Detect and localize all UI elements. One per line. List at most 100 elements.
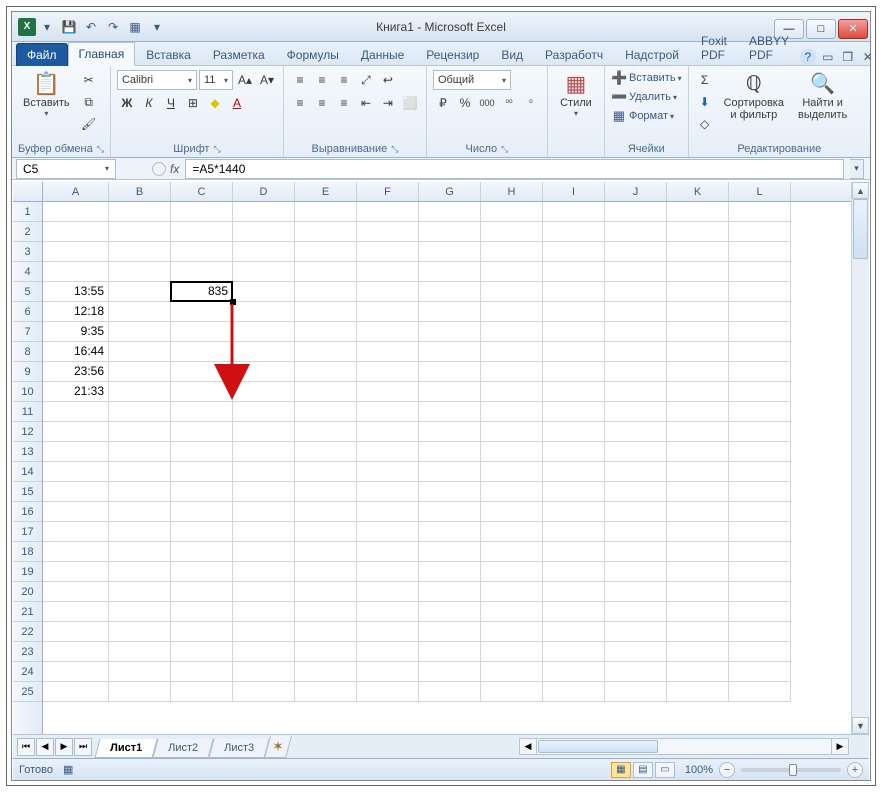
cell-H6[interactable] [481, 302, 543, 322]
cell-B6[interactable] [109, 302, 171, 322]
scroll-down-button[interactable]: ▼ [852, 717, 869, 734]
cell-C17[interactable] [171, 522, 233, 542]
column-header-C[interactable]: C [171, 182, 233, 201]
cell-L11[interactable] [729, 402, 791, 422]
cell-I13[interactable] [543, 442, 605, 462]
cell-I15[interactable] [543, 482, 605, 502]
cell-K3[interactable] [667, 242, 729, 262]
cell-A16[interactable] [43, 502, 109, 522]
row-header-6[interactable]: 6 [13, 302, 42, 322]
view-page-layout-button[interactable]: ▤ [633, 762, 653, 778]
tab-formulas[interactable]: Формулы [276, 43, 350, 66]
cell-J8[interactable] [605, 342, 667, 362]
cell-E12[interactable] [295, 422, 357, 442]
cell-B20[interactable] [109, 582, 171, 602]
column-header-L[interactable]: L [729, 182, 791, 201]
scroll-up-button[interactable]: ▲ [852, 182, 869, 199]
underline-button[interactable]: Ч [161, 93, 181, 113]
cell-I21[interactable] [543, 602, 605, 622]
qat-customize-icon[interactable]: ▾ [146, 16, 168, 38]
cell-G3[interactable] [419, 242, 481, 262]
cell-H2[interactable] [481, 222, 543, 242]
cell-C11[interactable] [171, 402, 233, 422]
column-header-D[interactable]: D [233, 182, 295, 201]
increase-indent-button[interactable]: ⇥ [378, 93, 398, 113]
cell-J4[interactable] [605, 262, 667, 282]
bold-button[interactable]: Ж [117, 93, 137, 113]
cell-I2[interactable] [543, 222, 605, 242]
cell-E8[interactable] [295, 342, 357, 362]
cell-A14[interactable] [43, 462, 109, 482]
cell-D7[interactable] [233, 322, 295, 342]
cell-L23[interactable] [729, 642, 791, 662]
redo-button[interactable]: ↷ [102, 16, 124, 38]
copy-button[interactable]: ⧉ [79, 92, 99, 112]
cell-K16[interactable] [667, 502, 729, 522]
cell-H22[interactable] [481, 622, 543, 642]
cell-B15[interactable] [109, 482, 171, 502]
cell-K6[interactable] [667, 302, 729, 322]
row-header-3[interactable]: 3 [13, 242, 42, 262]
column-header-E[interactable]: E [295, 182, 357, 201]
cell-F15[interactable] [357, 482, 419, 502]
cell-E17[interactable] [295, 522, 357, 542]
row-header-15[interactable]: 15 [13, 482, 42, 502]
cell-F14[interactable] [357, 462, 419, 482]
cell-E24[interactable] [295, 662, 357, 682]
cell-H21[interactable] [481, 602, 543, 622]
cell-D14[interactable] [233, 462, 295, 482]
row-header-22[interactable]: 22 [13, 622, 42, 642]
cell-J5[interactable] [605, 282, 667, 302]
cell-K9[interactable] [667, 362, 729, 382]
delete-cells-button[interactable]: ➖Удалить▾ [611, 89, 677, 105]
cell-J25[interactable] [605, 682, 667, 702]
align-right-button[interactable]: ≡ [334, 93, 354, 113]
cell-I18[interactable] [543, 542, 605, 562]
cell-D10[interactable] [233, 382, 295, 402]
row-header-11[interactable]: 11 [13, 402, 42, 422]
cell-A23[interactable] [43, 642, 109, 662]
cell-F18[interactable] [357, 542, 419, 562]
row-header-20[interactable]: 20 [13, 582, 42, 602]
cell-K22[interactable] [667, 622, 729, 642]
cell-L24[interactable] [729, 662, 791, 682]
cell-D16[interactable] [233, 502, 295, 522]
row-header-17[interactable]: 17 [13, 522, 42, 542]
shrink-font-button[interactable]: A▾ [257, 70, 277, 90]
increase-decimal-button[interactable]: ⁰⁰ [499, 93, 519, 113]
cell-B1[interactable] [109, 202, 171, 222]
cell-A2[interactable] [43, 222, 109, 242]
cell-E16[interactable] [295, 502, 357, 522]
cell-H25[interactable] [481, 682, 543, 702]
row-header-12[interactable]: 12 [13, 422, 42, 442]
select-all-corner[interactable] [13, 182, 43, 202]
cell-G17[interactable] [419, 522, 481, 542]
cell-A1[interactable] [43, 202, 109, 222]
cell-F5[interactable] [357, 282, 419, 302]
cell-E9[interactable] [295, 362, 357, 382]
cell-L12[interactable] [729, 422, 791, 442]
cell-H1[interactable] [481, 202, 543, 222]
column-header-I[interactable]: I [543, 182, 605, 201]
save-button[interactable]: 💾 [58, 16, 80, 38]
row-header-9[interactable]: 9 [13, 362, 42, 382]
cell-L16[interactable] [729, 502, 791, 522]
cell-A22[interactable] [43, 622, 109, 642]
cell-K20[interactable] [667, 582, 729, 602]
cell-K18[interactable] [667, 542, 729, 562]
cell-A9[interactable]: 23:56 [43, 362, 109, 382]
cell-G6[interactable] [419, 302, 481, 322]
cell-B22[interactable] [109, 622, 171, 642]
cell-F7[interactable] [357, 322, 419, 342]
row-header-14[interactable]: 14 [13, 462, 42, 482]
sheet-nav-first[interactable]: ⏮ [17, 738, 35, 756]
cell-H5[interactable] [481, 282, 543, 302]
column-header-G[interactable]: G [419, 182, 481, 201]
cell-G25[interactable] [419, 682, 481, 702]
sheet-tab-3[interactable]: Лист3 [209, 739, 270, 758]
sheet-tab-1[interactable]: Лист1 [94, 739, 157, 758]
cell-J19[interactable] [605, 562, 667, 582]
zoom-level[interactable]: 100% [685, 764, 713, 776]
cell-B25[interactable] [109, 682, 171, 702]
row-header-4[interactable]: 4 [13, 262, 42, 282]
